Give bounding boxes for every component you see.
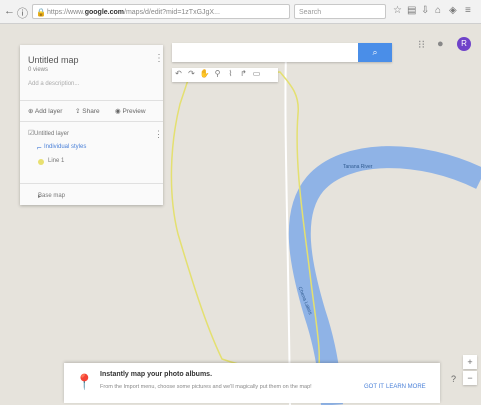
address-bar[interactable]: 🔒 https://www.google.com/maps/d/edit?mid…: [32, 4, 290, 19]
search-icon: ⌕: [372, 47, 378, 57]
map-description[interactable]: Add a description...: [28, 81, 79, 87]
info-icon[interactable]: ⓘ: [17, 5, 28, 21]
map-panel: Untitled map 0 views Add a description..…: [20, 45, 164, 205]
add-layer-label: Add layer: [34, 108, 63, 115]
marker-icon[interactable]: ⚲: [211, 69, 224, 78]
star-icon[interactable]: ☆: [393, 5, 402, 16]
avatar-letter: R: [461, 39, 467, 48]
address-path: /maps/d/edit?mid=1zTxGJgX...: [124, 9, 220, 16]
individual-styles-link[interactable]: Individual styles: [44, 144, 86, 150]
notifications-icon[interactable]: ●: [437, 38, 444, 50]
lock-icon: 🔒: [36, 8, 46, 17]
draw-line-icon[interactable]: ⌇: [224, 69, 237, 78]
map-pin-icon: 📍: [75, 374, 94, 391]
base-map-label: Base map: [38, 193, 66, 199]
feature-item[interactable]: Line 1: [48, 158, 64, 164]
got-it-button[interactable]: GOT IT: [364, 384, 384, 390]
download-icon[interactable]: ⇩: [421, 5, 429, 16]
map-search-input[interactable]: ⌕: [172, 43, 392, 62]
avatar[interactable]: R: [457, 37, 471, 51]
banner-heading: Instantly map your photo albums.: [100, 371, 213, 378]
banner-body: From the Import menu, choose some pictur…: [100, 384, 312, 390]
paint-roller-icon: ⌐: [37, 143, 42, 152]
back-icon[interactable]: ←: [4, 5, 15, 17]
directions-icon[interactable]: ↱: [237, 69, 250, 78]
preview-button[interactable]: ◉ Preview: [115, 107, 146, 115]
redo-icon[interactable]: ↷: [185, 69, 198, 78]
browser-search-placeholder: Search: [299, 9, 322, 16]
hand-icon[interactable]: ✋: [198, 69, 211, 78]
map-subtitle: 0 views: [28, 67, 49, 73]
learn-more-link[interactable]: LEARN MORE: [386, 384, 426, 390]
address-domain: google.com: [84, 9, 125, 16]
browser-search-input[interactable]: Search: [294, 4, 386, 19]
browser-toolbar: ← ⓘ 🔒 https://www.google.com/maps/d/edit…: [0, 0, 481, 24]
layer-options-icon[interactable]: ⋮: [154, 129, 163, 140]
layer-name[interactable]: Untitled layer: [34, 131, 69, 137]
zoom-in-button[interactable]: +: [463, 355, 477, 369]
reading-list-icon[interactable]: ▤: [407, 5, 416, 16]
share-label: Share: [82, 108, 100, 115]
share-button[interactable]: ⇪ Share: [75, 107, 100, 115]
help-icon[interactable]: ?: [451, 374, 456, 384]
map-title[interactable]: Untitled map: [28, 55, 79, 65]
menu-icon[interactable]: ≡: [465, 5, 471, 16]
drawing-toolbar: ↶ ↷ ✋ ⚲ ⌇ ↱ ▭: [172, 68, 278, 82]
base-map-toggle[interactable]: ▸ Base map: [20, 183, 163, 200]
river-label-1: Tanana River: [343, 164, 373, 170]
undo-icon[interactable]: ↶: [172, 69, 185, 78]
panel-actions: ⊕ Add layer ⇪ Share ◉ Preview: [20, 100, 163, 122]
address-prefix: https://www.: [47, 9, 85, 16]
preview-label: Preview: [122, 108, 146, 115]
line-icon: [38, 159, 44, 165]
add-layer-button[interactable]: ⊕ Add layer: [28, 107, 62, 115]
apps-grid-icon[interactable]: ⁝⁝: [418, 38, 425, 51]
photo-albums-banner: 📍 Instantly map your photo albums. From …: [64, 363, 440, 403]
home-icon[interactable]: ⌂: [435, 5, 441, 16]
ruler-icon[interactable]: ▭: [250, 69, 263, 78]
map-options-icon[interactable]: ⋮: [154, 53, 164, 64]
shield-icon[interactable]: ◈: [449, 5, 457, 16]
zoom-out-button[interactable]: −: [463, 371, 477, 385]
search-button[interactable]: ⌕: [358, 43, 392, 62]
